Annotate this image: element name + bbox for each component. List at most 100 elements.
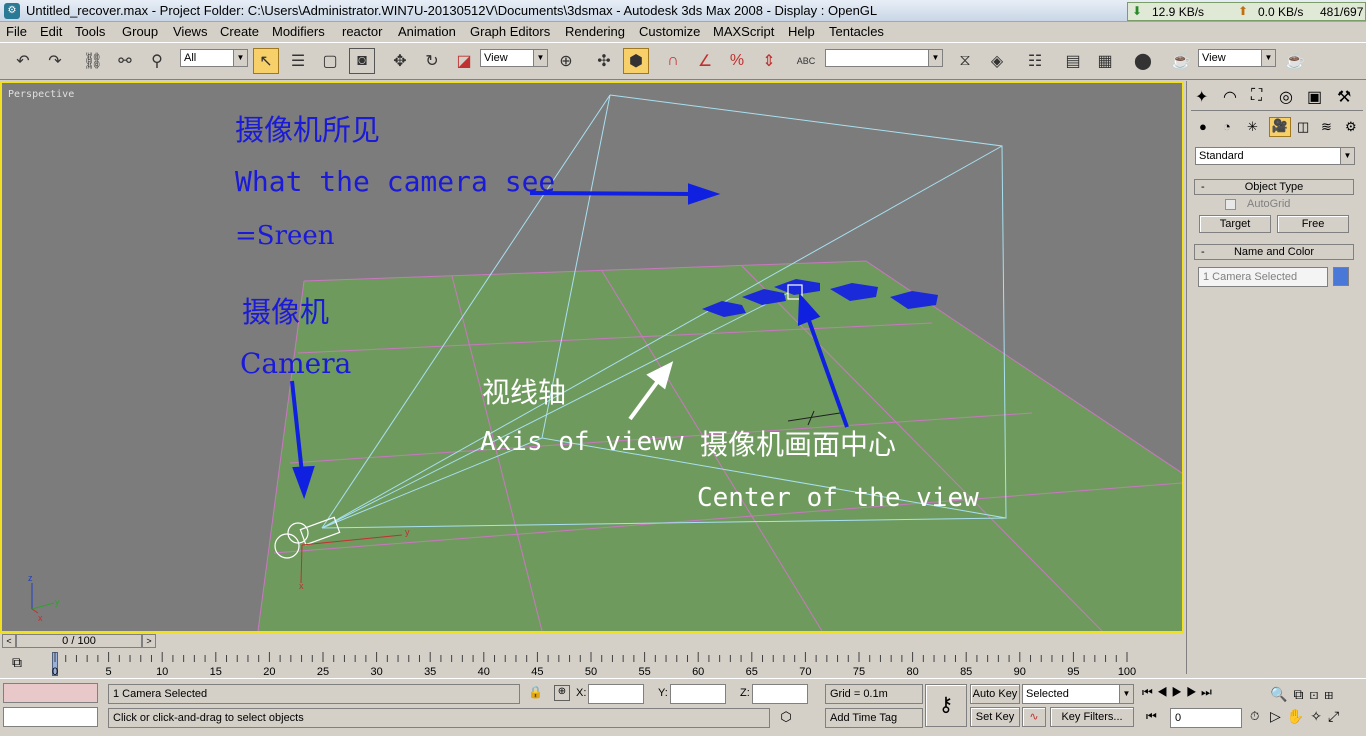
undo-icon[interactable]: ↶: [10, 48, 36, 74]
space-warps-icon[interactable]: ≋: [1321, 119, 1332, 135]
prev-frame-icon[interactable]: ◀: [1157, 685, 1172, 699]
edit-named-selection-icon[interactable]: ABC: [793, 48, 819, 74]
shapes-icon[interactable]: ◔: [1223, 119, 1231, 134]
unlink-icon[interactable]: ⚯: [112, 48, 138, 74]
key-mode-dropdown[interactable]: Selected ▼: [1022, 684, 1134, 704]
scale-icon[interactable]: ◪: [451, 48, 477, 74]
key-mode-toggle-icon[interactable]: ⏮: [1146, 709, 1157, 724]
bind-space-warp-icon[interactable]: ⚲: [144, 48, 170, 74]
select-by-name-icon[interactable]: ☰: [285, 48, 311, 74]
select-object-icon[interactable]: ↖: [253, 48, 279, 74]
maximize-viewport-icon[interactable]: ⤢: [1328, 708, 1345, 724]
zoom-extents-icon[interactable]: ⊡: [1309, 686, 1324, 702]
menu-customize[interactable]: Customize: [639, 24, 700, 39]
modify-tab-icon[interactable]: ◠: [1223, 87, 1237, 107]
menu-rendering[interactable]: Rendering: [565, 24, 625, 39]
render-scene-icon[interactable]: ☕: [1168, 48, 1194, 74]
pan-icon[interactable]: ✋: [1287, 708, 1310, 724]
add-time-tag[interactable]: Add Time Tag: [825, 708, 923, 728]
current-frame-field[interactable]: 0: [1170, 708, 1242, 728]
systems-icon[interactable]: ⚙: [1345, 119, 1357, 135]
lights-icon[interactable]: ✳: [1247, 119, 1258, 135]
hierarchy-tab-icon[interactable]: ⛶: [1251, 87, 1262, 105]
name-and-color-rollout[interactable]: - Name and Color: [1194, 244, 1354, 260]
x-coord-field[interactable]: [588, 684, 644, 704]
schematic-view-icon[interactable]: ▦: [1092, 48, 1118, 74]
menu-create[interactable]: Create: [220, 24, 259, 39]
layer-manager-icon[interactable]: ☷: [1022, 48, 1048, 74]
curve-editor-icon[interactable]: ▤: [1060, 48, 1086, 74]
utilities-tab-icon[interactable]: ⚒: [1337, 87, 1351, 107]
named-selection-dropdown[interactable]: ▼: [825, 49, 943, 67]
perspective-viewport[interactable]: Perspective y x z y x 摄像机所见 What the cam…: [0, 81, 1184, 633]
z-coord-field[interactable]: [752, 684, 808, 704]
percent-snap-icon[interactable]: %: [724, 48, 750, 74]
menu-views[interactable]: Views: [173, 24, 207, 39]
time-config-icon[interactable]: ⏱: [1250, 709, 1268, 724]
category-dropdown[interactable]: Standard ▼: [1195, 147, 1355, 165]
menu-edit[interactable]: Edit: [40, 24, 62, 39]
time-slider-next-icon[interactable]: >: [142, 634, 156, 648]
cameras-icon[interactable]: 🎥: [1269, 117, 1291, 137]
key-icon[interactable]: ⚷: [925, 684, 967, 727]
time-slider-thumb[interactable]: 0 / 100: [16, 634, 142, 648]
selection-filter-dropdown[interactable]: All ▼: [180, 49, 248, 67]
zoom-extents-all-icon[interactable]: ⊞: [1324, 686, 1339, 702]
helpers-icon[interactable]: ◫: [1297, 119, 1309, 135]
spinner-snap-icon[interactable]: ⇕: [756, 48, 782, 74]
snaps-toggle-icon[interactable]: ∩: [660, 48, 686, 74]
object-color-swatch[interactable]: [1333, 267, 1349, 286]
maxscript-input-mini[interactable]: [3, 707, 98, 727]
menu-help[interactable]: Help: [788, 24, 815, 39]
menu-modifiers[interactable]: Modifiers: [272, 24, 325, 39]
set-key-button[interactable]: Set Key: [970, 707, 1020, 727]
go-to-start-icon[interactable]: ⏮: [1142, 685, 1157, 699]
target-camera-button[interactable]: Target: [1199, 215, 1271, 233]
quick-render-icon[interactable]: ☕: [1282, 48, 1308, 74]
window-crossing-icon[interactable]: ◙: [349, 48, 375, 74]
rotate-icon[interactable]: ↻: [419, 48, 445, 74]
align-icon[interactable]: ◈: [984, 48, 1010, 74]
object-name-field[interactable]: 1 Camera Selected: [1198, 267, 1328, 287]
display-tab-icon[interactable]: ▣: [1307, 87, 1322, 107]
manipulate-icon[interactable]: ✣: [591, 48, 617, 74]
track-bar[interactable]: ⧉ 0 5 10 15 20 25 30 35 40 45 50 55 60 65 70 75 80 85 90 95…: [0, 650, 1184, 678]
menu-tools[interactable]: Tools: [75, 24, 105, 39]
time-tag-icon[interactable]: ⬡: [776, 709, 796, 727]
autogrid-checkbox[interactable]: [1225, 199, 1236, 210]
default-tangents-icon[interactable]: ∿: [1022, 707, 1046, 727]
zoom-icon[interactable]: 🔍: [1270, 686, 1293, 702]
redo-icon[interactable]: ↷: [42, 48, 68, 74]
menu-graph-editors[interactable]: Graph Editors: [470, 24, 550, 39]
mirror-icon[interactable]: ⧖: [952, 48, 978, 74]
key-filters-button[interactable]: Key Filters...: [1050, 707, 1134, 727]
pivot-center-icon[interactable]: ⊕: [553, 48, 579, 74]
geometry-icon[interactable]: ●: [1199, 119, 1207, 134]
ref-coord-dropdown[interactable]: View ▼: [480, 49, 548, 67]
render-view-dropdown[interactable]: View ▼: [1198, 49, 1276, 67]
maxscript-listener-mini[interactable]: [3, 683, 98, 703]
play-icon[interactable]: ▶: [1172, 685, 1187, 699]
keyboard-shortcut-override-icon[interactable]: ⬢: [623, 48, 649, 74]
menu-file[interactable]: File: [6, 24, 27, 39]
orbit-icon[interactable]: ✧: [1310, 708, 1328, 724]
menu-animation[interactable]: Animation: [398, 24, 456, 39]
menu-group[interactable]: Group: [122, 24, 158, 39]
lock-selection-icon[interactable]: 🔒: [528, 685, 543, 699]
free-camera-button[interactable]: Free: [1277, 215, 1349, 233]
menu-tentacles[interactable]: Tentacles: [829, 24, 884, 39]
y-coord-field[interactable]: [670, 684, 726, 704]
object-type-rollout[interactable]: - Object Type: [1194, 179, 1354, 195]
fov-icon[interactable]: ▷: [1270, 708, 1287, 724]
auto-key-button[interactable]: Auto Key: [970, 684, 1020, 704]
next-frame-icon[interactable]: ▶: [1186, 685, 1201, 699]
angle-snap-icon[interactable]: ∠: [692, 48, 718, 74]
motion-tab-icon[interactable]: ◎: [1279, 87, 1293, 107]
zoom-all-icon[interactable]: ⧉: [1293, 686, 1309, 702]
menu-reactor[interactable]: reactor: [342, 24, 382, 39]
select-and-link-icon[interactable]: ⛓: [80, 48, 106, 74]
time-slider-prev-icon[interactable]: <: [2, 634, 16, 648]
menu-maxscript[interactable]: MAXScript: [713, 24, 774, 39]
create-tab-icon[interactable]: ✦: [1195, 87, 1208, 107]
material-editor-icon[interactable]: ⬤: [1130, 48, 1156, 74]
